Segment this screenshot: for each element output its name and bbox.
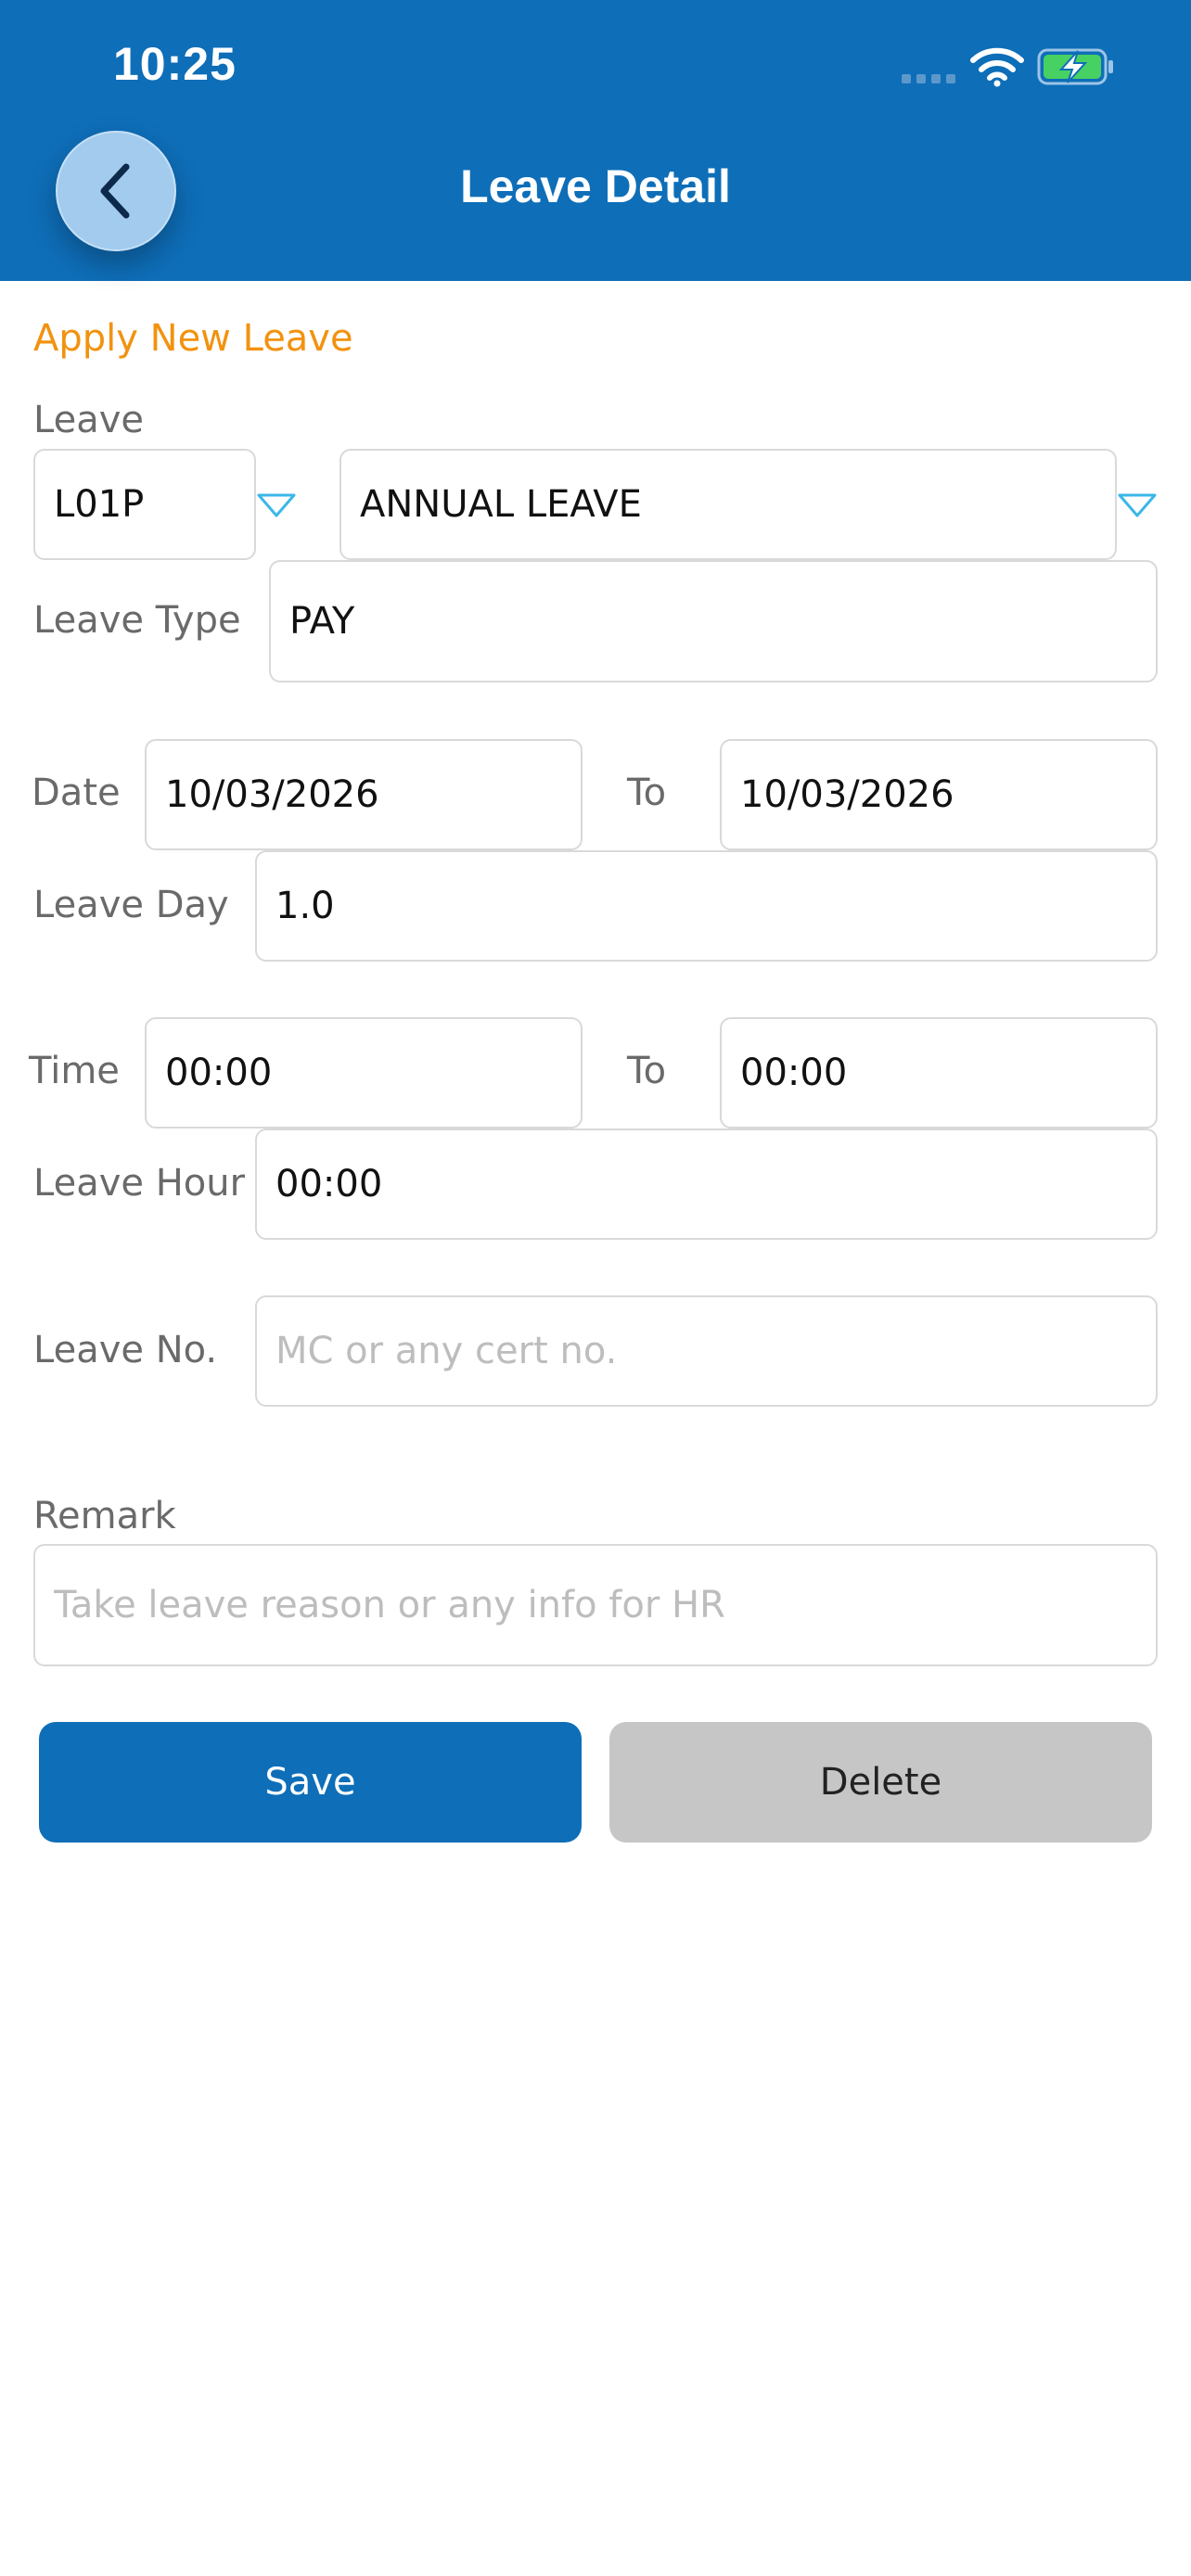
battery-charging-icon (1037, 48, 1113, 85)
leave-day-label: Leave Day (33, 884, 229, 926)
remark-label: Remark (33, 1495, 176, 1537)
cellular-signal-icon (902, 74, 957, 83)
date-to-field[interactable] (720, 739, 1158, 850)
wifi-icon (970, 47, 1024, 87)
leave-type-field[interactable] (269, 560, 1158, 682)
page-title: Leave Detail (460, 160, 731, 212)
delete-button[interactable]: Delete (609, 1722, 1152, 1843)
leave-no-label: Leave No. (33, 1329, 218, 1371)
status-time: 10:25 (113, 38, 237, 90)
section-title: Apply New Leave (33, 317, 353, 360)
app-header: 10:25 Leave Detail (0, 0, 1191, 281)
leave-type-label: Leave Type (33, 599, 241, 642)
time-label: Time (29, 1050, 120, 1092)
leave-code-select[interactable] (33, 449, 256, 560)
leave-name-select[interactable] (339, 449, 1117, 560)
time-from-field[interactable] (145, 1017, 583, 1129)
date-from-field[interactable] (145, 739, 583, 850)
save-button[interactable]: Save (39, 1722, 582, 1843)
remark-input[interactable] (33, 1544, 1158, 1666)
leave-detail-screen: 10:25 Leave Detail Apply New Leave Leave (0, 0, 1191, 2576)
date-label: Date (32, 772, 121, 814)
leave-label: Leave (33, 399, 144, 441)
leave-day-field[interactable] (255, 850, 1158, 962)
leave-hour-field[interactable] (255, 1129, 1158, 1240)
leave-no-input[interactable] (255, 1295, 1158, 1407)
date-to-label: To (627, 772, 667, 814)
time-to-label: To (627, 1050, 667, 1092)
leave-name-dropdown-icon[interactable] (1117, 491, 1158, 519)
time-to-field[interactable] (720, 1017, 1158, 1129)
leave-code-dropdown-icon[interactable] (256, 491, 297, 519)
leave-hour-label: Leave Hour (33, 1162, 246, 1205)
